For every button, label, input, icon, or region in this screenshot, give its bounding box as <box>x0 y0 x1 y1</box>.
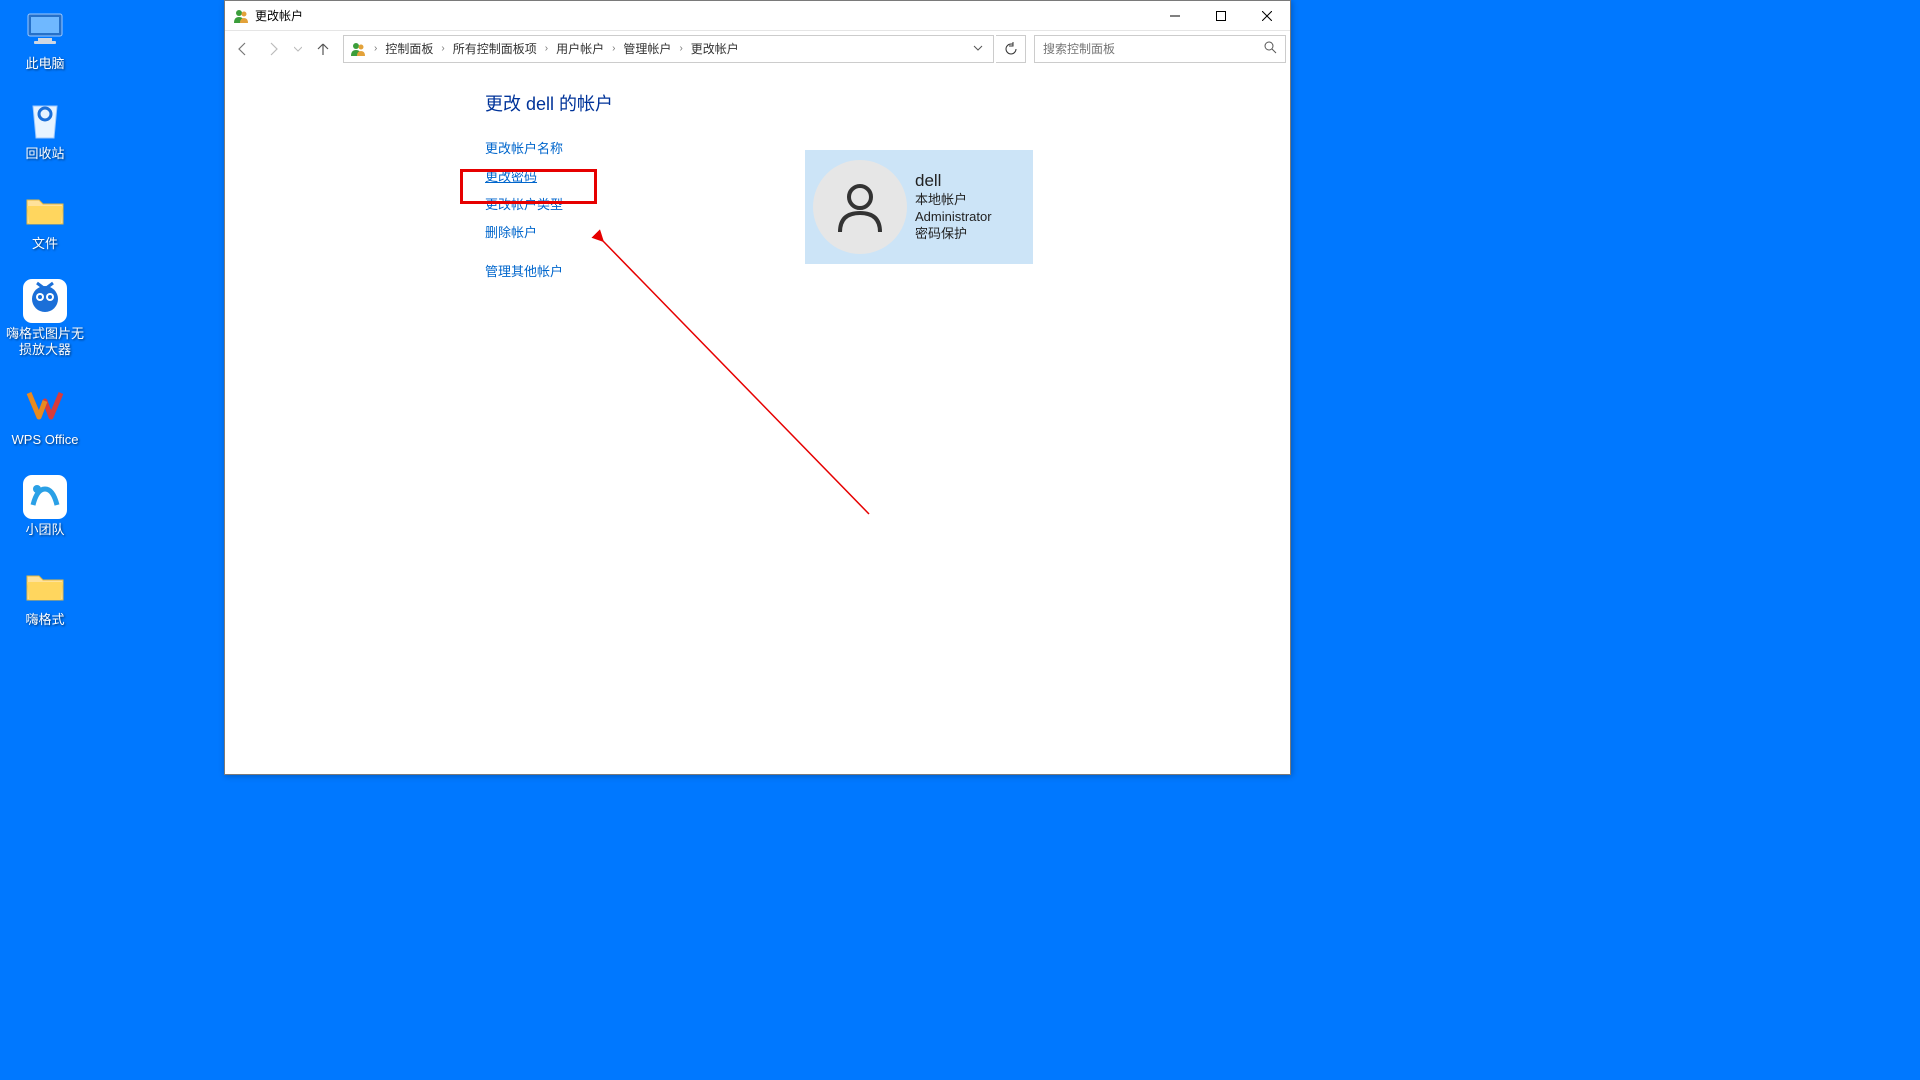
user-role: Administrator <box>915 208 992 225</box>
desktop-icon-label: 小团队 <box>0 522 90 538</box>
app-icon <box>21 280 69 322</box>
breadcrumb-item[interactable]: 控制面板 <box>383 40 435 57</box>
breadcrumb-item[interactable]: 更改帐户 <box>689 40 741 57</box>
chevron-right-icon: › <box>608 43 619 54</box>
up-button[interactable] <box>309 35 337 63</box>
link-delete-account[interactable]: 删除帐户 <box>485 222 537 241</box>
user-protection: 密码保护 <box>915 225 992 242</box>
annotation-arrow <box>225 66 1290 774</box>
desktop-icon-label: WPS Office <box>0 432 90 448</box>
back-button[interactable] <box>229 35 257 63</box>
desktop-icon-recycle-bin[interactable]: 回收站 <box>0 100 90 162</box>
desktop-icon-label: 文件 <box>0 236 90 252</box>
breadcrumb-item[interactable]: 用户帐户 <box>554 40 606 57</box>
recycle-bin-icon <box>21 100 69 142</box>
user-card: dell 本地帐户 Administrator 密码保护 <box>805 150 1033 264</box>
maximize-button[interactable] <box>1198 1 1244 31</box>
chevron-right-icon: › <box>437 43 448 54</box>
window-title: 更改帐户 <box>255 7 303 24</box>
title-bar: 更改帐户 <box>225 1 1290 31</box>
avatar <box>813 160 907 254</box>
link-manage-other-accounts[interactable]: 管理其他帐户 <box>485 261 563 280</box>
link-change-account-name[interactable]: 更改帐户名称 <box>485 138 563 157</box>
user-name: dell <box>915 172 992 189</box>
minimize-button[interactable] <box>1152 1 1198 31</box>
refresh-button[interactable] <box>996 35 1026 63</box>
folder-icon <box>21 190 69 232</box>
close-button[interactable] <box>1244 1 1290 31</box>
folder-icon <box>21 566 69 608</box>
this-pc-icon <box>21 10 69 52</box>
user-account-type: 本地帐户 <box>915 191 992 208</box>
address-dropdown-icon[interactable] <box>969 42 987 56</box>
nav-bar: › 控制面板 › 所有控制面板项 › 用户帐户 › 管理帐户 › 更改帐户 <box>225 31 1290 66</box>
user-info: dell 本地帐户 Administrator 密码保护 <box>915 172 992 242</box>
desktop-icon-this-pc[interactable]: 此电脑 <box>0 10 90 72</box>
control-panel-window: 更改帐户 › 控制面板 › <box>224 0 1291 775</box>
forward-button[interactable] <box>259 35 287 63</box>
desktop: 此电脑 回收站 文件 嗨格式图片无 损放大器 WPS Office 小团队 <box>0 0 220 1080</box>
desktop-icon-folder-files[interactable]: 文件 <box>0 190 90 252</box>
user-accounts-icon <box>350 41 366 57</box>
team-icon <box>21 476 69 518</box>
search-box[interactable] <box>1034 35 1286 63</box>
desktop-icon-label: 嗨格式图片无 损放大器 <box>0 326 90 358</box>
wps-icon <box>21 386 69 428</box>
link-change-password[interactable]: 更改密码 <box>485 166 537 185</box>
breadcrumb-item[interactable]: 所有控制面板项 <box>451 40 539 57</box>
desktop-icon-label: 嗨格式 <box>0 612 90 628</box>
desktop-icon-app-1[interactable]: 嗨格式图片无 损放大器 <box>0 280 90 358</box>
chevron-right-icon: › <box>370 43 381 54</box>
desktop-icon-wps[interactable]: WPS Office <box>0 386 90 448</box>
breadcrumb-item[interactable]: 管理帐户 <box>621 40 673 57</box>
link-change-account-type[interactable]: 更改帐户类型 <box>485 194 563 213</box>
desktop-icon-team[interactable]: 小团队 <box>0 476 90 538</box>
content-area: 更改 dell 的帐户 更改帐户名称 更改密码 更改帐户类型 删除帐户 管理其他… <box>225 66 1290 774</box>
address-bar[interactable]: › 控制面板 › 所有控制面板项 › 用户帐户 › 管理帐户 › 更改帐户 <box>343 35 994 63</box>
chevron-right-icon: › <box>541 43 552 54</box>
search-input[interactable] <box>1043 42 1264 56</box>
desktop-icon-label: 此电脑 <box>0 56 90 72</box>
page-title: 更改 dell 的帐户 <box>485 90 1290 116</box>
desktop-icon-folder-2[interactable]: 嗨格式 <box>0 566 90 628</box>
history-dropdown[interactable] <box>289 35 307 63</box>
search-icon <box>1264 41 1277 57</box>
chevron-right-icon: › <box>675 43 686 54</box>
desktop-icon-label: 回收站 <box>0 146 90 162</box>
user-accounts-icon <box>233 8 249 24</box>
